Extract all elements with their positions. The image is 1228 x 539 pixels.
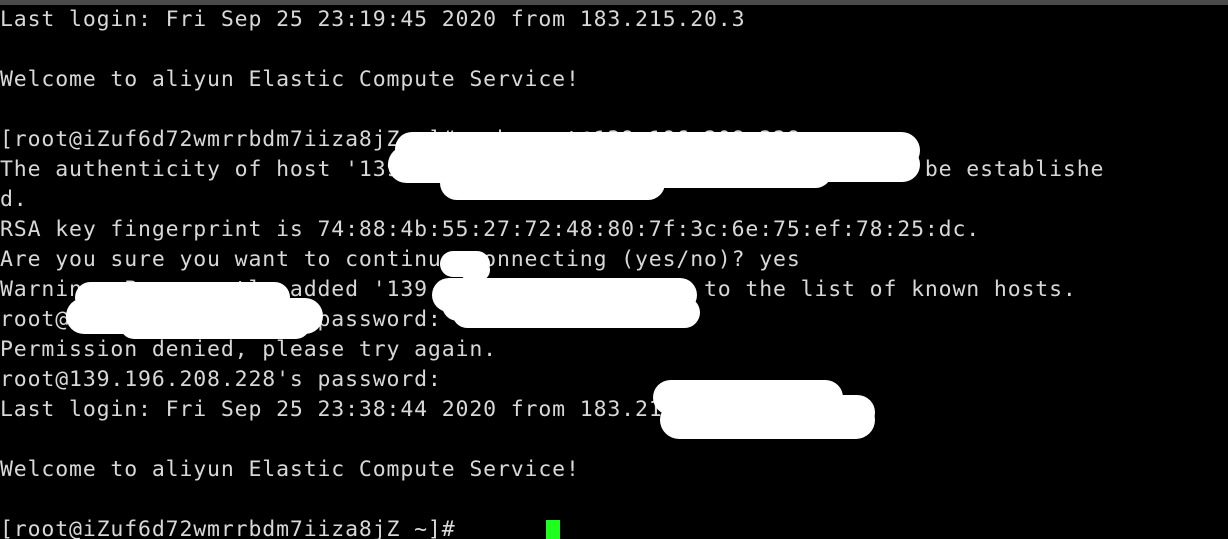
- terminal-line: Are you sure you want to continue connec…: [0, 247, 801, 272]
- terminal-line: Permission denied, please try again.: [0, 337, 497, 362]
- terminal-line: Welcome to aliyun Elastic Compute Servic…: [0, 67, 580, 92]
- terminal-line: Last login: Fri Sep 25 23:19:45 2020 fro…: [0, 7, 746, 32]
- terminal-cursor: [546, 520, 560, 539]
- terminal-window: Last login: Fri Sep 25 23:19:45 2020 fro…: [0, 0, 1228, 539]
- terminal-line: [root@iZuf6d72wmrrbdm7iiza8jZ ~]# ssh ro…: [0, 127, 801, 152]
- terminal-output-area[interactable]: Last login: Fri Sep 25 23:19:45 2020 fro…: [0, 5, 1228, 539]
- terminal-line: d.: [0, 187, 28, 212]
- terminal-line: root@139.196.208.228's password:: [0, 307, 442, 332]
- terminal-line: Last login: Fri Sep 25 23:38:44 2020 fro…: [0, 397, 746, 422]
- terminal-line: Warning: Permanently added '139.196.208.…: [0, 277, 1077, 302]
- terminal-line: root@139.196.208.228's password:: [0, 367, 442, 392]
- terminal-line: RSA key fingerprint is 74:88:4b:55:27:72…: [0, 217, 981, 242]
- terminal-line: The authenticity of host '139.196.208.22…: [0, 157, 1105, 182]
- terminal-line: Welcome to aliyun Elastic Compute Servic…: [0, 457, 580, 482]
- terminal-prompt-line: [root@iZuf6d72wmrrbdm7iiza8jZ ~]#: [0, 517, 470, 539]
